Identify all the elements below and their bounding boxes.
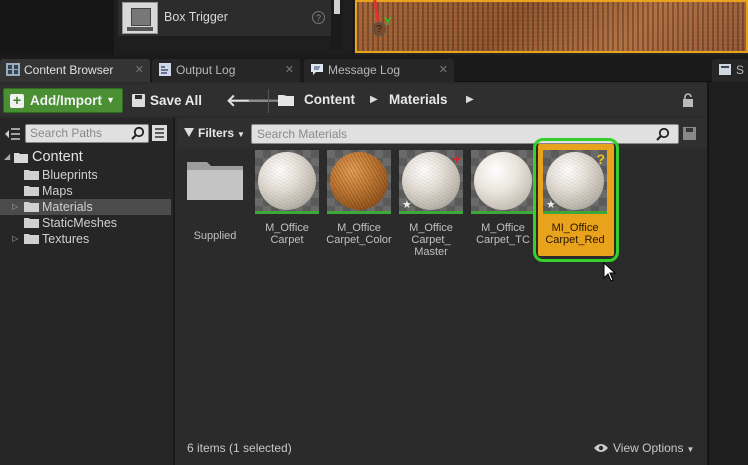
top-left-panel bbox=[0, 0, 114, 55]
content-browser-icon bbox=[6, 63, 20, 76]
asset-tile-m-office-carpet-color[interactable]: M_Office Carpet_Color bbox=[326, 150, 392, 262]
asset-name: Supplied bbox=[193, 230, 237, 242]
tab-output-log[interactable]: Output Log ✕ bbox=[152, 59, 300, 82]
search-icon[interactable] bbox=[131, 126, 145, 140]
expand-arrow-icon[interactable]: ▷ bbox=[12, 199, 18, 215]
folder-icon bbox=[187, 162, 243, 200]
plus-badge-icon: + bbox=[452, 151, 461, 167]
expand-arrow-icon[interactable]: ◢ bbox=[4, 149, 10, 165]
tab-content-browser[interactable]: Content Browser ✕ bbox=[0, 59, 150, 82]
filters-label: Filters bbox=[198, 126, 235, 140]
tree-item-label: Blueprints bbox=[42, 168, 98, 182]
asset-name: M_Office Carpet_Color bbox=[326, 222, 392, 246]
tree-item-textures[interactable]: ▷ Textures bbox=[0, 231, 171, 247]
plus-icon: + bbox=[10, 93, 24, 108]
toolbar-divider bbox=[268, 89, 269, 113]
search-icon[interactable] bbox=[656, 127, 670, 141]
tree-item-label: Materials bbox=[42, 200, 93, 214]
breadcrumb-arrow-icon[interactable]: ▶ bbox=[466, 94, 474, 105]
tree-item-maps[interactable]: Maps bbox=[0, 183, 171, 199]
add-import-button[interactable]: + Add/Import ▼ bbox=[3, 88, 123, 113]
save-search-icon[interactable] bbox=[683, 127, 696, 140]
tab-icon bbox=[719, 64, 731, 75]
chevron-down-icon: ▼ bbox=[106, 95, 115, 105]
output-log-icon bbox=[159, 63, 171, 76]
tree-item-blueprints[interactable]: Blueprints bbox=[0, 167, 171, 183]
save-all-label: Save All bbox=[150, 93, 203, 108]
close-icon[interactable]: ✕ bbox=[135, 59, 144, 81]
folder-icon bbox=[24, 170, 39, 180]
tab-message-log[interactable]: Message Log ✕ bbox=[304, 59, 454, 82]
expand-arrow-icon[interactable]: ▷ bbox=[12, 231, 18, 247]
mouse-cursor-icon bbox=[603, 262, 617, 282]
box-trigger-label: Box Trigger bbox=[164, 10, 228, 24]
close-icon[interactable]: ✕ bbox=[285, 59, 294, 81]
add-import-label: Add/Import bbox=[30, 93, 102, 108]
tree-item-materials[interactable]: ▷ Materials bbox=[0, 199, 171, 215]
chevron-down-icon: ▼ bbox=[686, 445, 695, 454]
asset-name: M_Office Carpet_TC bbox=[476, 222, 530, 246]
scrollbar-thumb[interactable] bbox=[334, 0, 340, 14]
eye-icon bbox=[594, 444, 608, 452]
breadcrumb-arrow-icon[interactable]: ▶ bbox=[370, 94, 378, 105]
tab-label: Content Browser bbox=[24, 63, 114, 77]
level-viewport[interactable] bbox=[355, 0, 748, 53]
tab-label: Output Log bbox=[176, 63, 236, 77]
lock-icon[interactable] bbox=[682, 93, 694, 107]
material-thumbnail bbox=[327, 150, 391, 214]
box-trigger-thumbnail bbox=[122, 2, 158, 34]
filter-icon bbox=[184, 128, 194, 137]
folder-icon bbox=[24, 234, 39, 244]
tree-item-label: Textures bbox=[42, 232, 90, 246]
view-options-button[interactable]: View Options ▼ bbox=[593, 441, 694, 455]
tree-item-content[interactable]: ◢ Content bbox=[0, 149, 171, 167]
asset-tile-m-office-carpet-tc[interactable]: M_Office Carpet_TC bbox=[471, 150, 535, 262]
asset-name: M_Office Carpet bbox=[265, 222, 309, 246]
highlight-ring bbox=[533, 138, 619, 262]
axis-z-indicator: ? bbox=[372, 22, 386, 36]
asset-name: M_Office Carpet_ Master bbox=[409, 222, 453, 258]
tab-label: Message Log bbox=[328, 63, 401, 77]
save-all-button[interactable]: Save All bbox=[130, 90, 202, 112]
tree-item-staticmeshes[interactable]: StaticMeshes bbox=[0, 215, 171, 231]
folder-icon bbox=[24, 218, 39, 228]
tree-item-label: Maps bbox=[42, 184, 73, 198]
folder-open-icon bbox=[14, 153, 28, 163]
view-list-icon[interactable] bbox=[152, 125, 167, 141]
view-options-label: View Options bbox=[613, 441, 684, 455]
tab-label: S bbox=[736, 63, 745, 77]
filters-button[interactable]: Filters ▼ bbox=[184, 126, 245, 140]
breadcrumb-materials[interactable]: Materials bbox=[389, 92, 448, 107]
asset-tile-m-office-carpet-master[interactable]: ★ + M_Office Carpet_ Master bbox=[399, 150, 463, 262]
chevron-down-icon: ▼ bbox=[237, 130, 245, 139]
close-icon[interactable]: ✕ bbox=[439, 59, 448, 81]
save-icon bbox=[132, 94, 145, 107]
breadcrumb-content[interactable]: Content bbox=[304, 92, 355, 107]
star-icon: ★ bbox=[402, 199, 412, 211]
tree-item-label: Content bbox=[32, 149, 83, 165]
material-thumbnail bbox=[471, 150, 535, 214]
material-thumbnail bbox=[255, 150, 319, 214]
right-side-panel bbox=[707, 82, 748, 465]
item-count-status: 6 items (1 selected) bbox=[187, 441, 292, 455]
folder-icon bbox=[24, 202, 39, 212]
tab-right-panel[interactable]: S bbox=[712, 59, 748, 82]
asset-tile-supplied-folder[interactable]: Supplied bbox=[183, 150, 247, 262]
folder-icon bbox=[24, 186, 39, 196]
sources-toggle-icon[interactable] bbox=[4, 126, 21, 142]
help-icon[interactable]: ? bbox=[312, 11, 325, 24]
material-thumbnail: ★ + bbox=[399, 150, 463, 214]
asset-tile-m-office-carpet[interactable]: M_Office Carpet bbox=[255, 150, 319, 262]
tree-item-label: StaticMeshes bbox=[42, 216, 118, 230]
message-log-icon bbox=[311, 64, 323, 75]
folder-icon[interactable] bbox=[278, 93, 294, 106]
